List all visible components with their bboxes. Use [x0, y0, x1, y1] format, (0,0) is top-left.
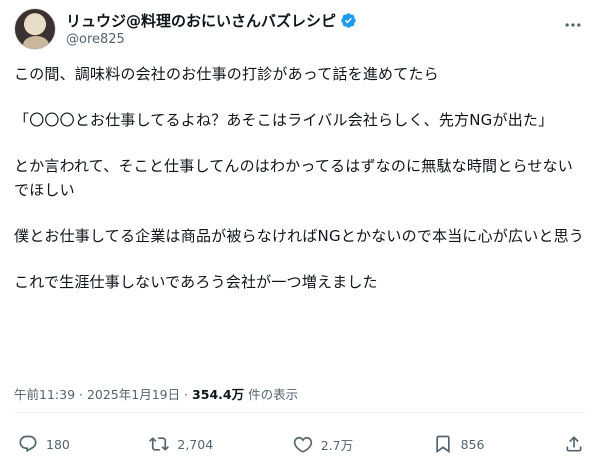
like-count: 2.7万 — [320, 437, 354, 453]
author-display-name[interactable]: リュウジ@料理のおにいさんバズレシピ — [66, 10, 336, 31]
bookmark-count: 856 — [460, 436, 485, 452]
tweet-action-bar: 180 2,704 2.7万 856 — [18, 430, 584, 458]
heart-icon — [293, 436, 312, 453]
author-handle[interactable]: @ore825 — [66, 32, 125, 47]
share-button[interactable] — [564, 434, 584, 454]
divider — [14, 412, 586, 413]
reply-count: 180 — [46, 436, 70, 452]
tweet-timestamp[interactable]: 午前11:39 · 2025年1月19日 · — [14, 387, 192, 402]
avatar-figure — [23, 36, 49, 49]
tweet-paragraph: 僕とお仕事してる企業は商品が被らなければNGとかないので本当に心が広いと思う — [14, 227, 584, 245]
share-icon — [566, 436, 582, 452]
avatar[interactable] — [14, 8, 56, 50]
tweet-paragraph: 「〇〇〇とお仕事してるよね？あそこはライバル会社らしく、先方NGが出た」 — [14, 111, 554, 129]
like-button[interactable]: 2.7万 — [293, 434, 353, 454]
tweet-paragraph: とか言われて、そこと仕事してんのはわかってるはずなのに無駄な時間とらせないでほし… — [14, 157, 573, 199]
tweet-header: リュウジ@料理のおにいさんバズレシピ @ore825 — [14, 6, 586, 54]
retweet-count: 2,704 — [177, 436, 214, 452]
reply-icon — [19, 435, 37, 453]
reply-button[interactable]: 180 — [18, 434, 70, 454]
author-name-row: リュウジ@料理のおにいさんバズレシピ — [66, 10, 357, 31]
tweet-text: この間、調味料の会社のお仕事の打診があって話を進めてたら 「〇〇〇とお仕事してる… — [14, 62, 586, 316]
tweet-paragraph: この間、調味料の会社のお仕事の打診があって話を進めてたら — [14, 65, 439, 83]
bookmark-icon — [435, 435, 450, 454]
retweet-button[interactable]: 2,704 — [149, 434, 213, 454]
tweet-metadata: 午前11:39 · 2025年1月19日 · 354.4万 件の表示 — [14, 384, 298, 403]
bookmark-button[interactable]: 856 — [433, 434, 485, 454]
view-count: 354.4万 — [192, 387, 245, 402]
tweet-paragraph: これで生涯仕事しないであろう会社が一つ増えました — [14, 273, 378, 291]
retweet-icon — [149, 437, 170, 451]
verified-badge-icon — [341, 13, 356, 28]
more-options-icon[interactable] — [562, 14, 584, 36]
view-count-label: 件の表示 — [244, 387, 299, 402]
